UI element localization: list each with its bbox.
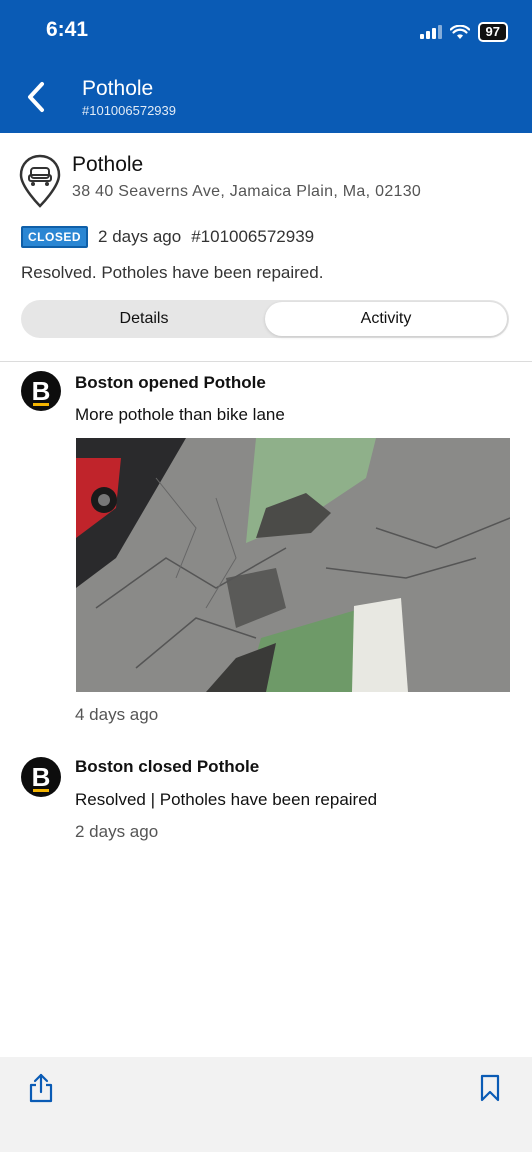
bookmark-icon (480, 1074, 500, 1102)
activity-text: Resolved | Potholes have been repaired (75, 790, 378, 809)
signal-icon (419, 25, 442, 39)
chevron-left-icon (28, 82, 44, 112)
bookmark-button[interactable] (478, 1073, 502, 1103)
tab-switcher: Details Activity (21, 300, 509, 338)
activity-title: Boston opened Pothole (75, 373, 266, 392)
avatar: B (21, 757, 61, 797)
case-status-row: CLOSED 2 days ago #101006572939 (21, 226, 314, 248)
case-number: #101006572939 (191, 227, 315, 246)
bottom-toolbar (0, 1057, 532, 1152)
back-button[interactable] (22, 80, 52, 114)
tab-details[interactable]: Details (23, 302, 265, 336)
header-subtitle: #101006572939 (82, 103, 176, 118)
case-age: 2 days ago (98, 227, 182, 246)
avatar: B (21, 371, 61, 411)
case-address: 38 40 Seaverns Ave, Jamaica Plain, Ma, 0… (72, 183, 422, 200)
app-header: 6:41 97 Pothole #101006572939 (0, 0, 532, 133)
header-title: Pothole (82, 77, 154, 100)
status-time: 6:41 (46, 18, 89, 41)
activity-text: More pothole than bike lane (75, 405, 285, 424)
case-resolution: Resolved. Potholes have been repaired. (21, 263, 324, 282)
pothole-photo[interactable] (76, 438, 510, 692)
pothole-photo-image (76, 438, 510, 692)
share-icon (29, 1073, 53, 1103)
share-button[interactable] (28, 1073, 54, 1103)
divider (0, 361, 532, 362)
activity-time: 2 days ago (75, 822, 159, 841)
battery-indicator: 97 (477, 22, 508, 42)
tab-activity[interactable]: Activity (265, 302, 507, 336)
case-title: Pothole (72, 153, 144, 176)
status-icons: 97 (419, 22, 508, 42)
activity-title: Boston closed Pothole (75, 757, 260, 776)
location-pin-icon (19, 154, 61, 208)
activity-time: 4 days ago (75, 705, 159, 724)
wifi-icon (449, 24, 470, 39)
status-badge: CLOSED (21, 226, 89, 248)
